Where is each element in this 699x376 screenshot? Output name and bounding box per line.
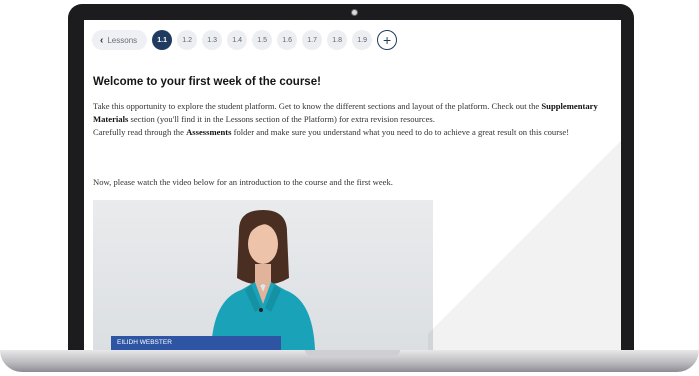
- back-to-lessons-button[interactable]: ‹ Lessons: [92, 30, 148, 50]
- chevron-left-icon: ‹: [100, 34, 104, 46]
- add-lesson-button[interactable]: +: [377, 30, 398, 50]
- back-label: Lessons: [107, 35, 138, 45]
- lesson-tab-1-6[interactable]: 1.6: [277, 30, 298, 50]
- plus-icon: +: [383, 32, 392, 48]
- laptop-notch: [305, 350, 400, 356]
- lesson-nav: ‹ Lessons 1.1 1.2 1.3 1.4 1.5 1.6 1.7 1.…: [92, 30, 398, 50]
- presenter-name-caption: EILIDH WEBSTER: [111, 336, 281, 350]
- video-intro-paragraph: Now, please watch the video below for an…: [93, 177, 393, 187]
- intro-text-1: Take this opportunity to explore the stu…: [93, 101, 542, 111]
- webcam: [351, 9, 358, 16]
- presenter-image: [211, 210, 315, 350]
- lesson-tab-1-9[interactable]: 1.9: [352, 30, 373, 50]
- lesson-tab-1-3[interactable]: 1.3: [202, 30, 223, 50]
- screen: ‹ Lessons 1.1 1.2 1.3 1.4 1.5 1.6 1.7 1.…: [84, 20, 621, 350]
- video-player[interactable]: EILIDH WEBSTER: [93, 200, 433, 350]
- intro-paragraph: Take this opportunity to explore the stu…: [93, 100, 618, 139]
- assessments-link[interactable]: Assessments: [186, 127, 231, 137]
- intro-text-4: folder and make sure you understand what…: [231, 127, 570, 137]
- lesson-tab-1-1[interactable]: 1.1: [152, 30, 173, 50]
- intro-text-3: Carefully read through the: [93, 127, 187, 137]
- page-title: Welcome to your first week of the course…: [93, 76, 321, 88]
- lesson-tab-1-8[interactable]: 1.8: [327, 30, 348, 50]
- lesson-tab-1-7[interactable]: 1.7: [302, 30, 323, 50]
- intro-text-2: section (you'll find it in the Lessons s…: [128, 114, 435, 124]
- lesson-tab-1-2[interactable]: 1.2: [177, 30, 198, 50]
- lesson-tab-1-5[interactable]: 1.5: [252, 30, 273, 50]
- lesson-tab-1-4[interactable]: 1.4: [227, 30, 248, 50]
